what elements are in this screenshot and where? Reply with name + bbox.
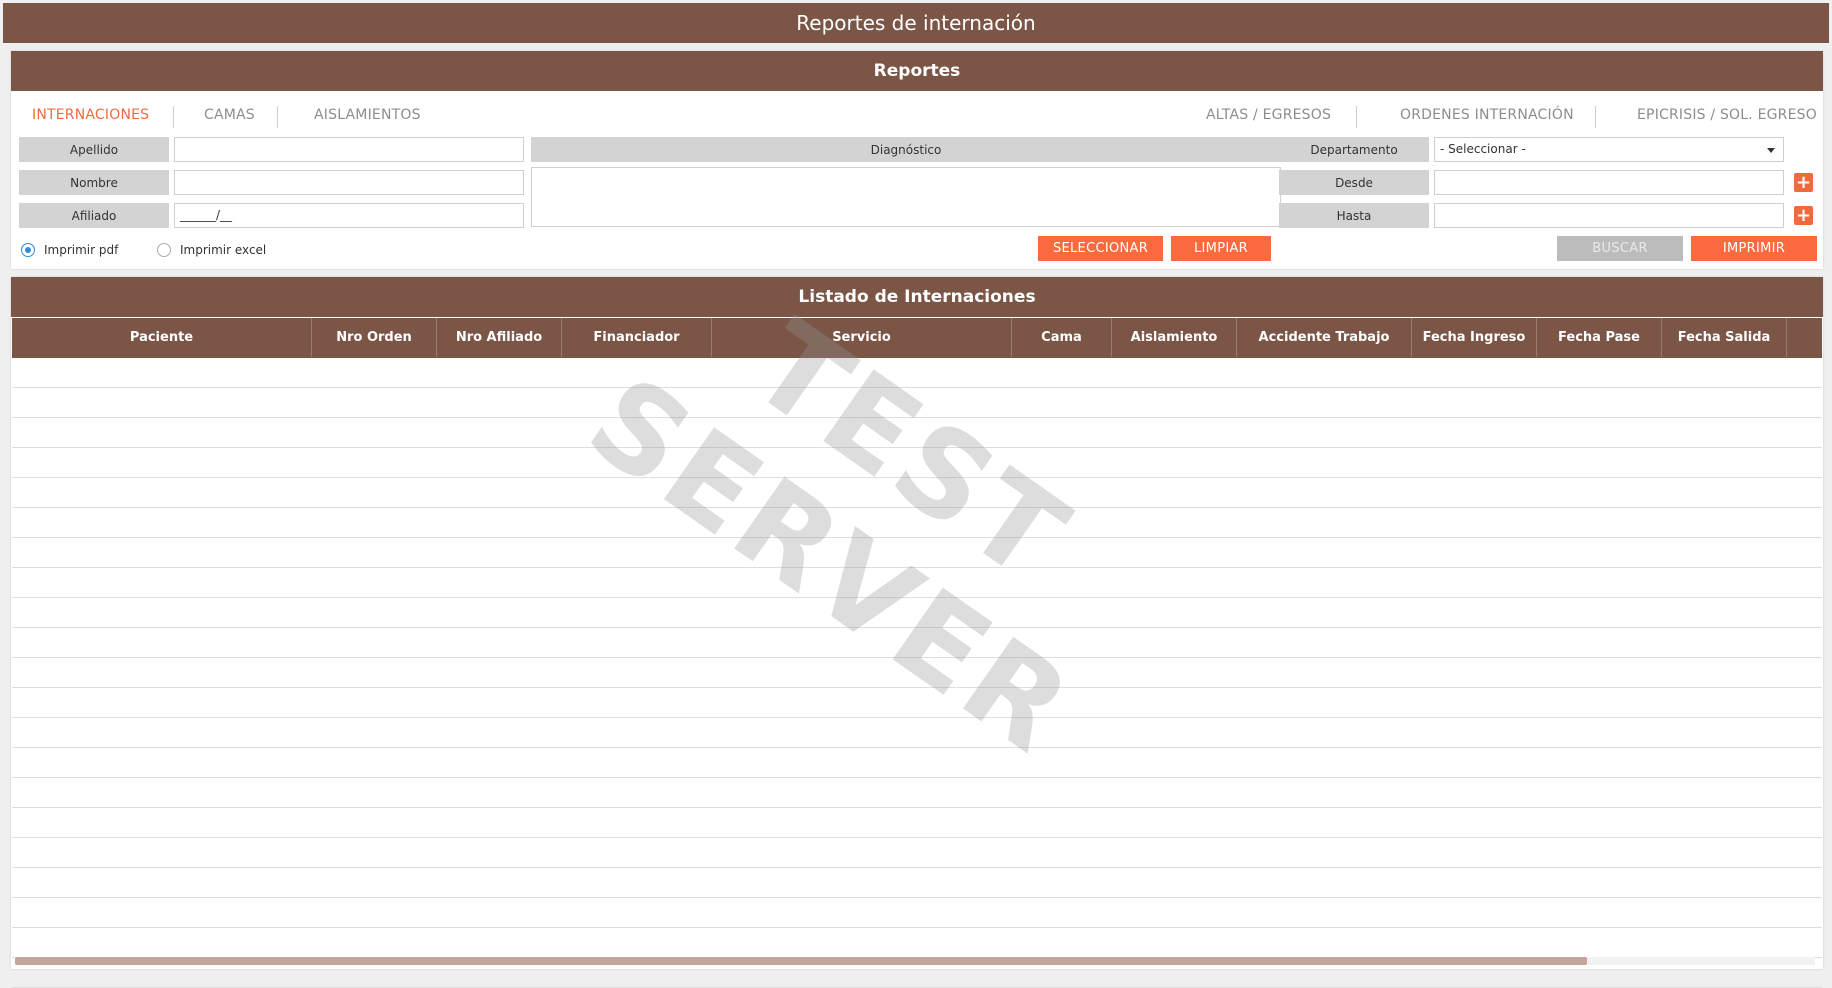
limpiar-button[interactable]: LIMPIAR — [1171, 236, 1271, 261]
horizontal-scrollbar-thumb[interactable] — [15, 957, 1587, 965]
table-row — [12, 657, 1822, 658]
tab-separator — [1595, 106, 1596, 128]
radio-imprimir-excel[interactable]: Imprimir excel — [157, 240, 266, 260]
report-tabs: INTERNACIONES CAMAS AISLAMIENTOS ALTAS /… — [11, 102, 1823, 132]
window-title: Reportes de internación — [796, 11, 1036, 35]
radio-excel-label: Imprimir excel — [180, 243, 267, 257]
radio-imprimir-pdf[interactable]: Imprimir pdf — [21, 240, 118, 260]
column-header-financiador[interactable]: Financiador — [562, 318, 712, 357]
tab-internaciones[interactable]: INTERNACIONES — [32, 102, 149, 128]
desde-input[interactable] — [1434, 170, 1784, 195]
column-header-fecha-pase[interactable]: Fecha Pase — [1537, 318, 1662, 357]
tab-altas-egresos[interactable]: ALTAS / EGRESOS — [1206, 102, 1331, 128]
column-header-fecha-salida[interactable]: Fecha Salida — [1662, 318, 1787, 357]
table-row — [12, 807, 1822, 808]
table-row — [12, 447, 1822, 448]
table-row — [12, 627, 1822, 628]
table-row — [12, 747, 1822, 748]
column-header-servicio[interactable]: Servicio — [712, 318, 1012, 357]
tab-ordenes-internacion[interactable]: ORDENES INTERNACIÓN — [1400, 102, 1574, 128]
radio-excel-indicator[interactable] — [157, 243, 171, 257]
table-row — [12, 717, 1822, 718]
listado-panel: Listado de Internaciones Paciente Nro Or… — [11, 277, 1823, 988]
table-row — [12, 777, 1822, 778]
radio-pdf-indicator[interactable] — [21, 243, 35, 257]
table-row — [12, 837, 1822, 838]
afiliado-input[interactable]: ______/__ — [174, 203, 524, 228]
tab-separator — [173, 106, 174, 128]
diagnostico-label: Diagnóstico — [531, 137, 1281, 162]
tab-epicrisis-sol-egreso[interactable]: EPICRISIS / SOL. EGRESO — [1637, 102, 1817, 128]
table-row — [12, 597, 1822, 598]
column-header-aislamiento[interactable]: Aislamiento — [1112, 318, 1237, 357]
table-row — [12, 417, 1822, 418]
departamento-select[interactable]: - Seleccionar - — [1434, 137, 1784, 162]
table-header-row: Paciente Nro Orden Nro Afiliado Financia… — [12, 317, 1822, 358]
hasta-plus-icon[interactable]: + — [1794, 206, 1813, 225]
radio-pdf-label: Imprimir pdf — [44, 243, 119, 257]
table-row — [12, 687, 1822, 688]
table-row — [12, 507, 1822, 508]
tab-separator — [277, 106, 278, 128]
desde-plus-icon[interactable]: + — [1794, 173, 1813, 192]
column-header-nro-orden[interactable]: Nro Orden — [312, 318, 437, 357]
horizontal-scrollbar[interactable] — [15, 957, 1815, 965]
tab-camas[interactable]: CAMAS — [204, 102, 255, 128]
listado-panel-header: Listado de Internaciones — [11, 277, 1823, 317]
table-row — [12, 927, 1822, 928]
chevron-down-icon — [1767, 148, 1775, 153]
nombre-input[interactable] — [174, 170, 524, 195]
nombre-label: Nombre — [19, 170, 169, 195]
buscar-button[interactable]: BUSCAR — [1557, 236, 1683, 261]
hasta-input[interactable] — [1434, 203, 1784, 228]
afiliado-label: Afiliado — [19, 203, 169, 228]
column-header-fecha-ingreso[interactable]: Fecha Ingreso — [1412, 318, 1537, 357]
column-header-cama[interactable]: Cama — [1012, 318, 1112, 357]
seleccionar-button[interactable]: SELECCIONAR — [1038, 236, 1163, 261]
table-row — [12, 537, 1822, 538]
table-row — [12, 567, 1822, 568]
tab-separator — [1356, 106, 1357, 128]
reportes-panel: Reportes INTERNACIONES CAMAS AISLAMIENTO… — [11, 51, 1823, 269]
tab-aislamientos[interactable]: AISLAMIENTOS — [314, 102, 421, 128]
desde-label: Desde — [1279, 170, 1429, 195]
table-row — [12, 387, 1822, 388]
imprimir-button[interactable]: IMPRIMIR — [1691, 236, 1817, 261]
departamento-label: Departamento — [1279, 137, 1429, 162]
apellido-input[interactable] — [174, 137, 524, 162]
table-row — [12, 867, 1822, 868]
listado-panel-title: Listado de Internaciones — [798, 287, 1036, 307]
column-header-paciente[interactable]: Paciente — [12, 318, 312, 357]
window-title-bar: Reportes de internación — [3, 3, 1829, 43]
apellido-label: Apellido — [19, 137, 169, 162]
table-row — [12, 897, 1822, 898]
table-row — [12, 477, 1822, 478]
departamento-selected-value: - Seleccionar - — [1440, 142, 1526, 156]
reportes-panel-header: Reportes — [11, 51, 1823, 91]
diagnostico-textarea[interactable] — [531, 167, 1281, 227]
column-header-accidente-trabajo[interactable]: Accidente Trabajo — [1237, 318, 1412, 357]
column-header-nro-afiliado[interactable]: Nro Afiliado — [437, 318, 562, 357]
hasta-label: Hasta — [1279, 203, 1429, 228]
reportes-panel-title: Reportes — [873, 61, 961, 81]
